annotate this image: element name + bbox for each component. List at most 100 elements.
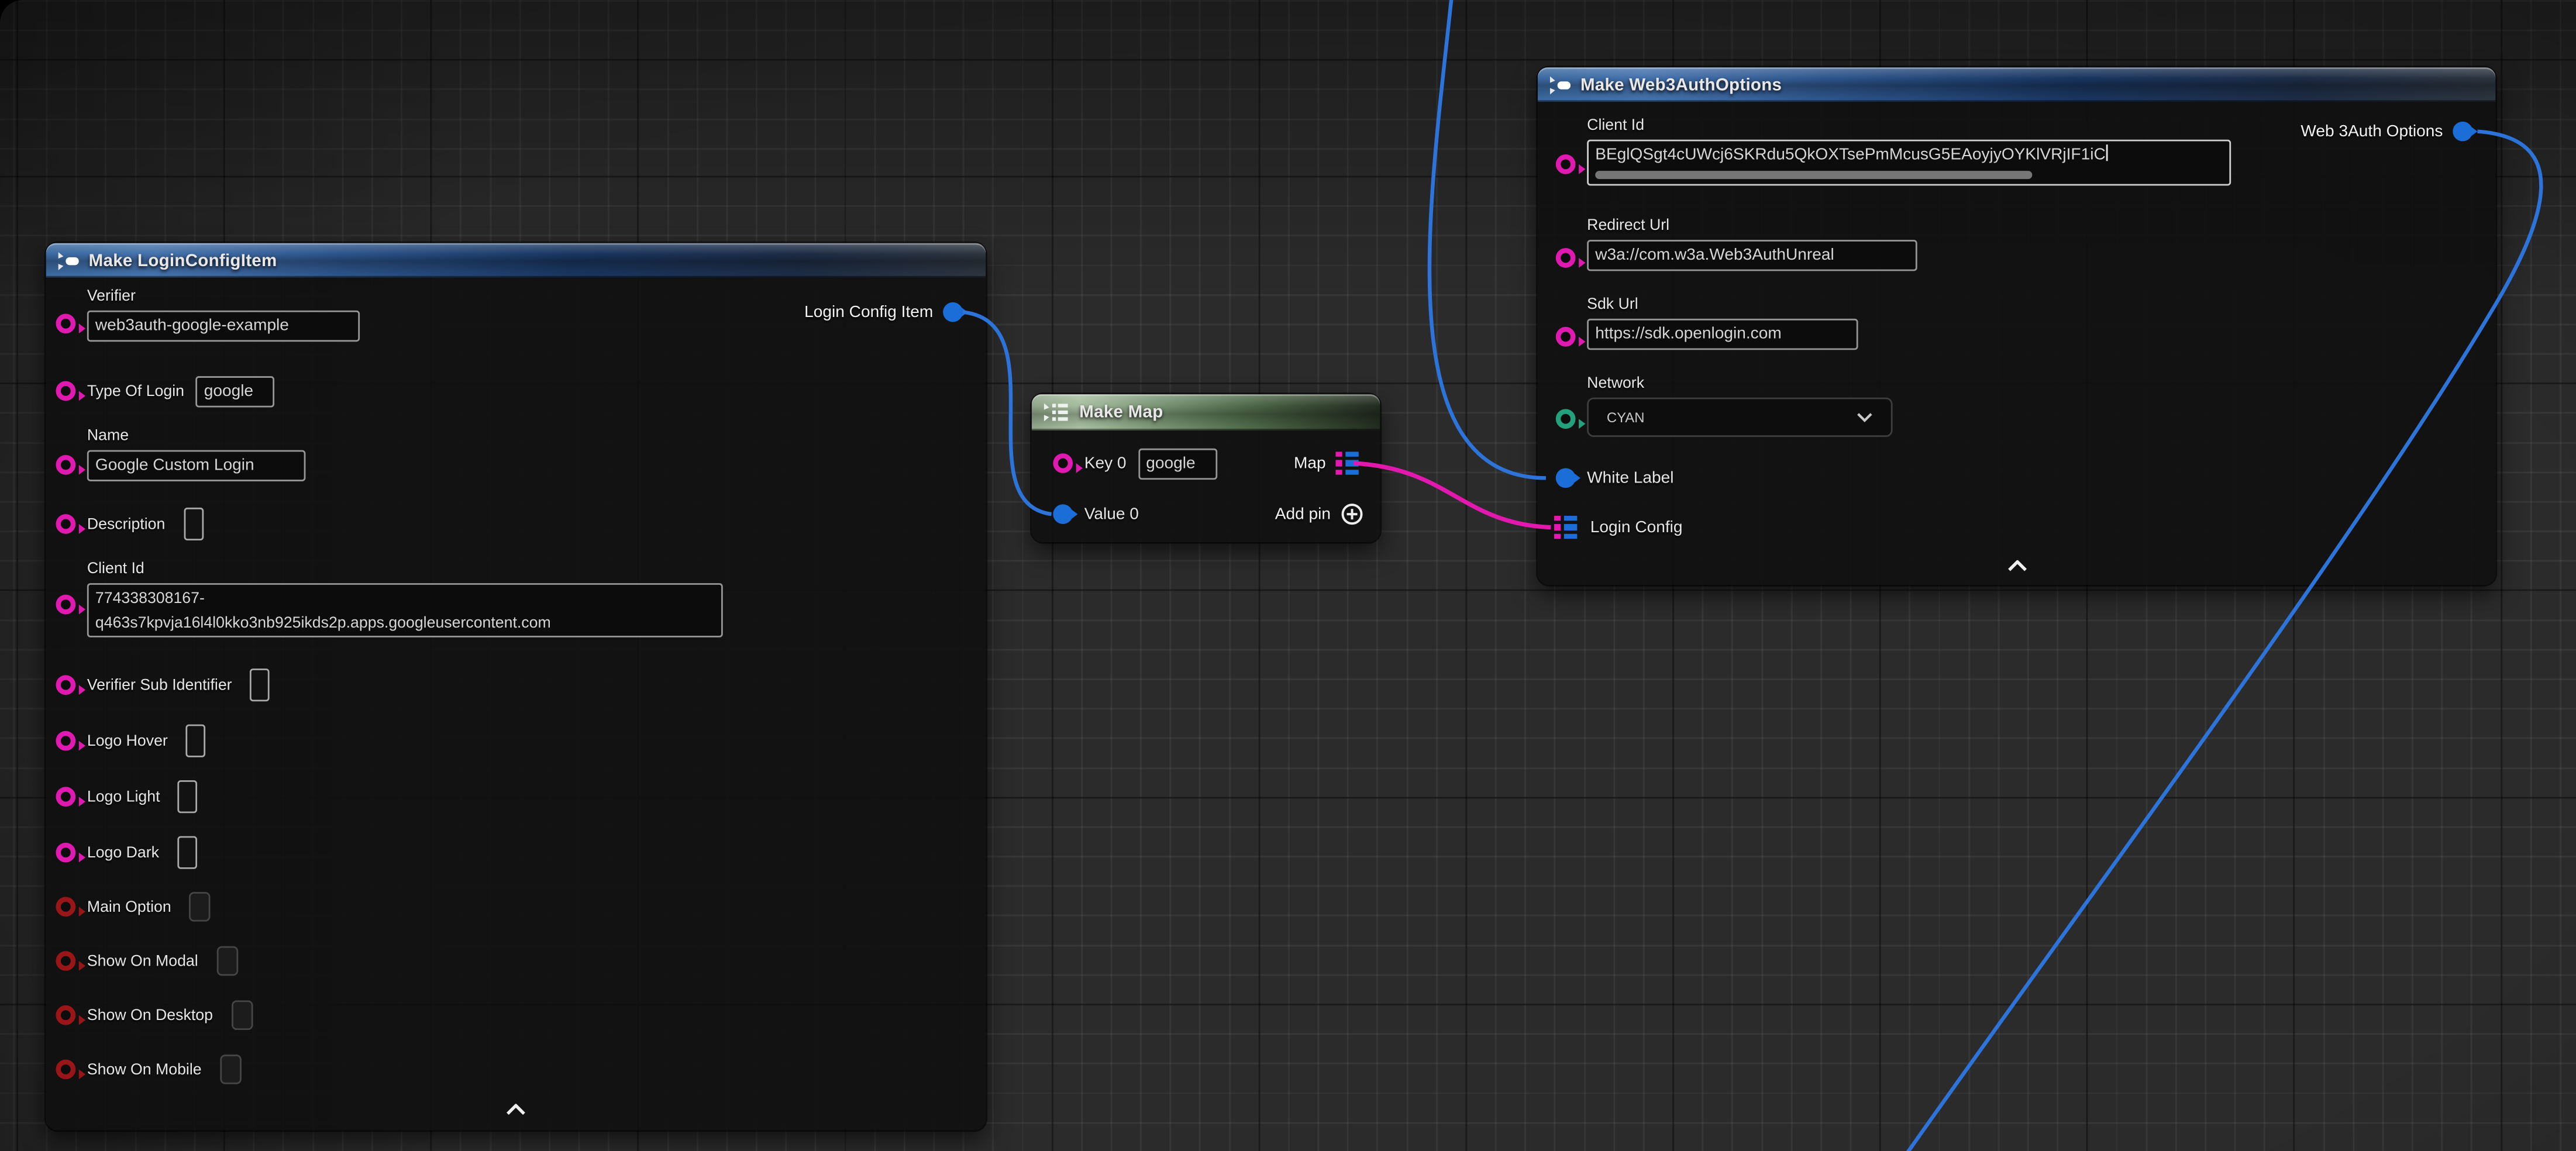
web3auth-options-output-pin[interactable] [2453, 122, 2472, 142]
show-on-modal-pin[interactable] [56, 951, 75, 971]
network-dropdown[interactable]: CYAN [1587, 398, 1892, 437]
sdk-url-pin[interactable] [1556, 327, 1576, 347]
blueprint-editor: Make LoginConfigItem Login Config Item V… [0, 0, 2576, 1151]
make-struct-icon [57, 250, 79, 270]
show-on-desktop-label: Show On Desktop [87, 1006, 213, 1024]
collapse-node-button[interactable] [2001, 555, 2034, 575]
show-on-mobile-checkbox[interactable] [220, 1054, 242, 1084]
logo-hover-input[interactable] [186, 725, 206, 757]
pin-row-show-on-desktop: Show On Desktop [56, 999, 252, 1032]
verifier-sub-identifier-input[interactable] [250, 668, 270, 701]
pin-row-logo-dark: Logo Dark [56, 836, 197, 869]
node-header-make-web3authoptions[interactable]: Make Web3AuthOptions [1538, 67, 2495, 102]
type-of-login-input[interactable]: google [196, 375, 275, 406]
make-struct-icon [1549, 75, 1571, 95]
add-pin-plus-icon [1341, 502, 1363, 525]
map-output-label: Map [1294, 454, 1326, 473]
redirect-url-input[interactable]: w3a://com.w3a.Web3AuthUnreal [1587, 240, 1917, 271]
pin-row-white-label: White Label [1556, 461, 1674, 494]
pin-row-main-option: Main Option [56, 890, 211, 923]
client-id-input[interactable]: BEglQSgt4cUWcj6SKRdu5QkOXTsePmMcusG5EAoy… [1587, 140, 2231, 186]
pin-row-show-on-modal: Show On Modal [56, 945, 237, 977]
pin-row-verifier-sub-identifier: Verifier Sub Identifier [56, 668, 270, 701]
logo-light-pin[interactable] [56, 787, 75, 807]
pin-row-description: Description [56, 508, 202, 540]
wire-top-to-whitelabel[interactable] [1430, 0, 1546, 478]
redirect-url-label: Redirect Url [1587, 217, 1917, 235]
network-selected-value: CYAN [1607, 409, 1645, 425]
white-label-pin[interactable] [1556, 468, 1576, 488]
client-id-pin[interactable] [1556, 154, 1576, 174]
add-pin-button[interactable]: Add pin [1275, 498, 1363, 530]
pin-row-login-config: Login Config [1554, 511, 1683, 543]
chevron-up-icon [506, 1103, 526, 1115]
add-pin-label: Add pin [1275, 505, 1331, 523]
node-title: Make Web3AuthOptions [1580, 75, 1782, 95]
type-of-login-label: Type Of Login [87, 382, 184, 400]
network-pin[interactable] [1556, 409, 1576, 429]
show-on-mobile-label: Show On Mobile [87, 1060, 202, 1078]
text-caret [2106, 144, 2107, 161]
blueprint-canvas[interactable]: Make LoginConfigItem Login Config Item V… [0, 0, 2576, 1151]
sdk-url-input[interactable]: https://sdk.openlogin.com [1587, 319, 1858, 350]
node-make-web3authoptions[interactable]: Make Web3AuthOptions Web 3Auth Options C… [1538, 67, 2495, 585]
white-label-label: White Label [1587, 469, 1673, 487]
client-id-label: Client Id [87, 560, 723, 578]
verifier-pin[interactable] [56, 313, 75, 333]
redirect-url-pin[interactable] [1556, 248, 1576, 268]
collapse-node-button[interactable] [500, 1099, 532, 1119]
key0-pin[interactable] [1053, 453, 1073, 473]
client-id-text: BEglQSgt4cUWcj6SKRdu5QkOXTsePmMcusG5EAoy… [1595, 146, 2106, 164]
logo-light-input[interactable] [178, 780, 198, 813]
key0-label: Key 0 [1084, 454, 1127, 473]
name-pin[interactable] [56, 455, 75, 475]
field-horizontal-scrollbar[interactable] [1595, 171, 2032, 179]
show-on-mobile-pin[interactable] [56, 1060, 75, 1080]
name-input[interactable]: Google Custom Login [87, 450, 306, 481]
logo-hover-label: Logo Hover [87, 732, 168, 750]
logo-light-label: Logo Light [87, 788, 160, 806]
client-id-pin[interactable] [56, 595, 75, 615]
login-config-pin[interactable] [1554, 515, 1579, 540]
pin-row-login-config-item-output: Login Config Item [804, 296, 963, 329]
logo-dark-input[interactable] [177, 836, 197, 869]
pin-row-logo-light: Logo Light [56, 780, 198, 813]
client-id-input[interactable]: 774338308167-q463s7kpvja16l4l0kko3nb925i… [87, 583, 723, 637]
show-on-modal-label: Show On Modal [87, 952, 198, 970]
value0-pin[interactable] [1053, 504, 1073, 524]
logo-hover-pin[interactable] [56, 731, 75, 751]
description-input[interactable] [183, 508, 203, 540]
logo-dark-pin[interactable] [56, 843, 75, 863]
node-header-make-map[interactable]: Make Map [1032, 394, 1380, 430]
show-on-modal-checkbox[interactable] [216, 946, 238, 976]
key0-input[interactable]: google [1138, 447, 1217, 478]
login-config-item-output-pin[interactable] [943, 302, 963, 322]
description-label: Description [87, 515, 165, 533]
client-id-label: Client Id [1587, 116, 2231, 135]
type-of-login-pin[interactable] [56, 381, 75, 401]
pin-row-sdk-url: Sdk Url https://sdk.openlogin.com [1556, 296, 1858, 350]
logo-dark-label: Logo Dark [87, 843, 159, 861]
description-pin[interactable] [56, 514, 75, 534]
sdk-url-label: Sdk Url [1587, 296, 1858, 314]
show-on-desktop-pin[interactable] [56, 1005, 75, 1025]
pin-row-redirect-url: Redirect Url w3a://com.w3a.Web3AuthUnrea… [1556, 217, 1917, 271]
verifier-input[interactable]: web3auth-google-example [87, 311, 360, 342]
wire-map-to-loginconfig[interactable] [1354, 463, 1551, 528]
node-header-make-loginconfigitem[interactable]: Make LoginConfigItem [46, 243, 986, 278]
pin-row-web3auth-options-output: Web 3Auth Options [2301, 115, 2472, 148]
show-on-desktop-checkbox[interactable] [231, 1000, 253, 1030]
value0-label: Value 0 [1084, 505, 1139, 523]
verifier-sub-identifier-pin[interactable] [56, 675, 75, 695]
map-output-pin[interactable] [1335, 451, 1360, 475]
node-make-map[interactable]: Make Map Key 0 google Map Value 0 Add pi… [1032, 394, 1380, 542]
pin-row-client-id: Client Id 774338308167-q463s7kpvja16l4l0… [56, 560, 722, 637]
client-id-line2: q463s7kpvja16l4l0kko3nb925ikds2p.apps.go… [95, 614, 551, 632]
pin-row-map-output: Map [1294, 447, 1361, 480]
main-option-checkbox[interactable] [190, 892, 211, 922]
main-option-pin[interactable] [56, 897, 75, 917]
node-make-loginconfigitem[interactable]: Make LoginConfigItem Login Config Item V… [46, 243, 986, 1131]
chevron-down-icon [1857, 412, 1873, 422]
pin-row-client-id: Client Id BEglQSgt4cUWcj6SKRdu5QkOXTsePm… [1556, 116, 2231, 185]
login-config-label: Login Config [1590, 518, 1683, 536]
